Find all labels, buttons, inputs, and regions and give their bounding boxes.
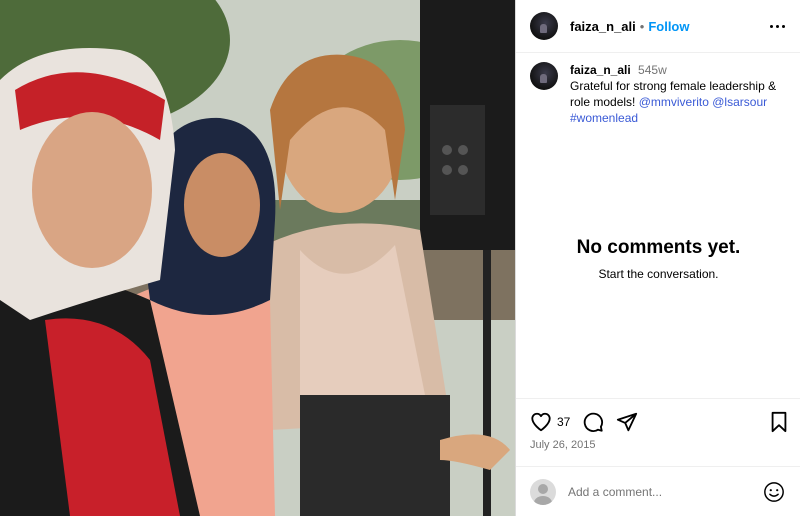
follow-button[interactable]: Follow	[648, 19, 689, 34]
mention-link[interactable]: @lsarsour	[712, 95, 767, 109]
current-user-avatar	[530, 478, 556, 505]
bookmark-icon[interactable]	[769, 411, 789, 433]
more-options-button[interactable]	[765, 14, 789, 38]
caption-avatar[interactable]	[530, 62, 558, 90]
post-date[interactable]: July 26, 2015	[530, 439, 595, 451]
heart-icon[interactable]	[530, 411, 552, 433]
post-photo[interactable]	[0, 0, 515, 516]
empty-comments-title: No comments yet.	[576, 237, 741, 258]
header-separator: •	[639, 18, 645, 34]
post-modal: faiza_n_ali • Follow faiza_n_ali 545w Gr…	[0, 0, 800, 516]
caption: faiza_n_ali 545w Grateful for strong fem…	[530, 62, 792, 126]
emoji-icon[interactable]	[763, 481, 785, 503]
comment-input[interactable]	[568, 484, 758, 499]
post-header: faiza_n_ali • Follow	[516, 0, 800, 53]
empty-comments-subtitle: Start the conversation.	[598, 267, 719, 281]
photo-illustration	[0, 0, 515, 516]
author-username[interactable]: faiza_n_ali	[570, 19, 636, 34]
send-icon[interactable]	[616, 411, 638, 433]
comment-icon[interactable]	[582, 411, 604, 433]
like-count[interactable]: 37	[557, 415, 570, 429]
add-comment-bar	[516, 466, 800, 516]
hashtag-link[interactable]: #womenlead	[570, 111, 638, 125]
post-details-panel: faiza_n_ali • Follow faiza_n_ali 545w Gr…	[515, 0, 800, 516]
caption-age[interactable]: 545w	[638, 63, 667, 77]
action-row: 37	[530, 411, 638, 433]
caption-username[interactable]: faiza_n_ali	[570, 63, 631, 77]
post-actions: 37 July 26, 2015	[516, 398, 800, 470]
caption-text-block: faiza_n_ali 545w Grateful for strong fem…	[570, 62, 792, 126]
more-horizontal-icon	[769, 24, 773, 28]
author-avatar[interactable]	[530, 12, 558, 40]
mention-link[interactable]: @mmviverito	[639, 95, 709, 109]
comments-empty-state: No comments yet. Start the conversation.	[516, 237, 800, 281]
